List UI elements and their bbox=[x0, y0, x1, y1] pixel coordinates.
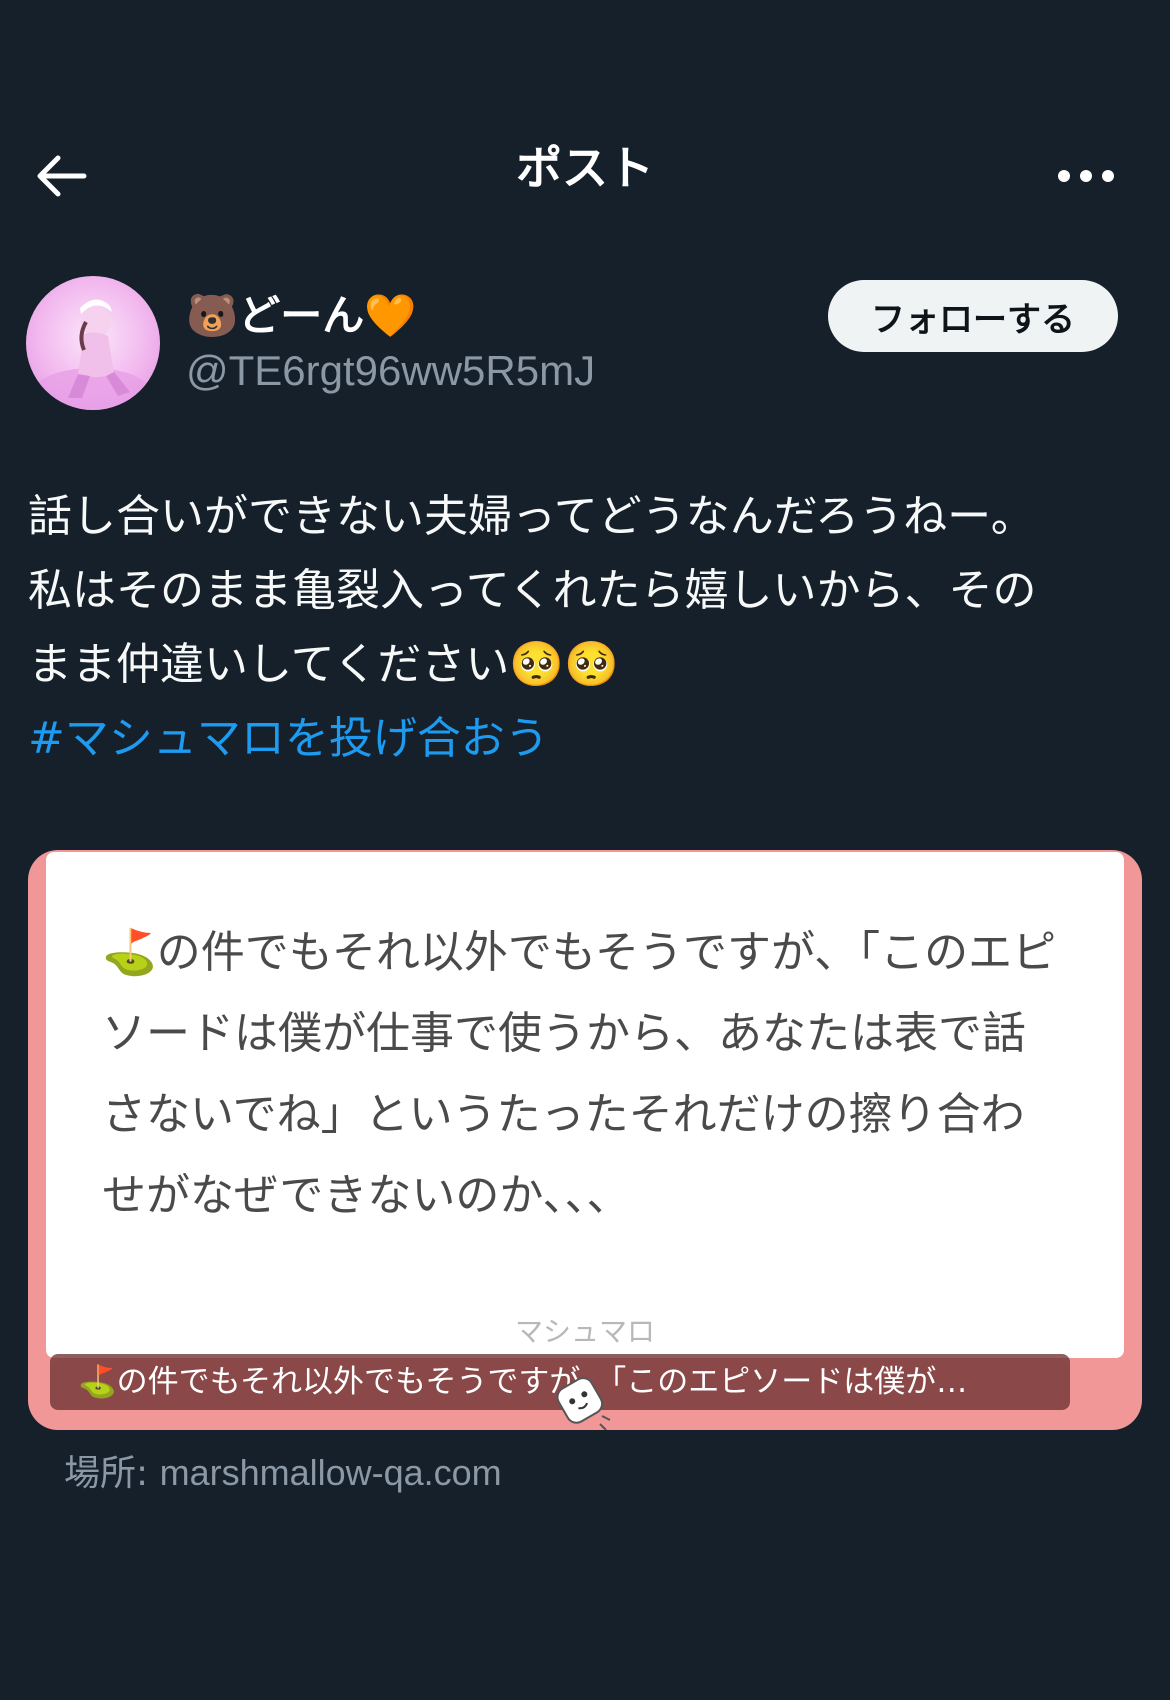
card-brand-label: マシュマロ bbox=[514, 1315, 655, 1348]
card-question-line: ソードは僕が仕事で使うから、あなたは表で話 bbox=[102, 1008, 1026, 1059]
link-card[interactable]: ⛳の件でもそれ以外でもそうですが、「このエピ ソードは僕が仕事で使うから、あなた… bbox=[28, 850, 1142, 1430]
card-question-line: さないでね」というたったそれだけの擦り合わ bbox=[102, 1089, 1025, 1140]
location-label: 場所: bbox=[64, 1453, 160, 1494]
display-name-text: どーん bbox=[238, 291, 365, 340]
location-url[interactable]: marshmallow-qa.com bbox=[160, 1452, 502, 1493]
orange-heart-emoji: 🧡 bbox=[364, 291, 417, 340]
post-text-line: 私はそのまま亀裂入ってくれたら嬉しいから、その bbox=[28, 565, 1037, 616]
top-bar: ポスト bbox=[0, 110, 1170, 238]
avatar[interactable] bbox=[26, 276, 160, 410]
more-button[interactable] bbox=[1048, 150, 1124, 202]
hashtag-link[interactable]: #マシュマロを投げ合おう bbox=[28, 702, 1146, 776]
follow-button[interactable]: フォローする bbox=[828, 280, 1118, 352]
card-image: ⛳の件でもそれ以外でもそうですが、「このエピ ソードは僕が仕事で使うから、あなた… bbox=[46, 852, 1124, 1358]
display-name[interactable]: 🐻 どーん 🧡 bbox=[186, 288, 417, 344]
post-text-line: まま仲違いしてください🥺🥺 bbox=[28, 639, 619, 690]
card-question-text: ⛳の件でもそれ以外でもそうですが、「このエピ ソードは僕が仕事で使うから、あなた… bbox=[102, 912, 1102, 1236]
marshmallow-mascot-icon bbox=[556, 1377, 611, 1430]
card-question-line: ⛳の件でもそれ以外でもそうですが、「このエピ bbox=[102, 927, 1057, 978]
post-text: 話し合いができない夫婦ってどうなんだろうねー。 私はそのまま亀裂入ってくれたら嬉… bbox=[28, 480, 1146, 776]
more-horizontal-icon bbox=[1058, 170, 1114, 182]
page-title: ポスト bbox=[516, 141, 654, 195]
bear-emoji: 🐻 bbox=[186, 291, 239, 340]
card-question-line: せがなぜできないのか、、、 bbox=[102, 1170, 631, 1221]
profile-photo-icon bbox=[32, 299, 152, 410]
card-source-location: 場所: marshmallow-qa.com bbox=[64, 1444, 502, 1496]
user-handle[interactable]: @TE6rgt96ww5R5mJ bbox=[186, 346, 595, 396]
post-text-line: 話し合いができない夫婦ってどうなんだろうねー。 bbox=[28, 491, 1035, 542]
